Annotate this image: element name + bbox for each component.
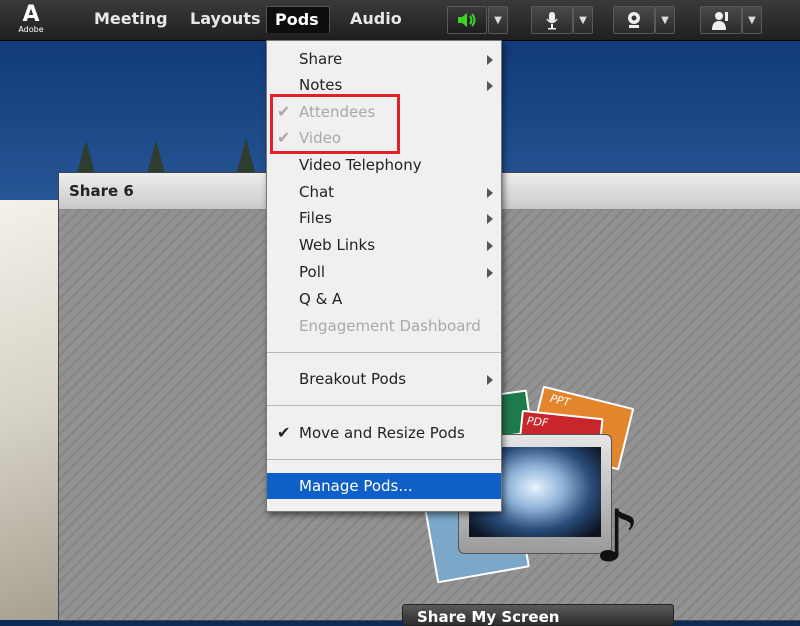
menu-item-label: Q & A [299,290,343,308]
menu-item-label: Engagement Dashboard [299,317,481,335]
menu-item-label: Breakout Pods [299,370,407,388]
submenu-arrow-icon [487,81,493,91]
menu-item-chat[interactable]: Chat [267,179,501,205]
submenu-arrow-icon [487,214,493,224]
raise-hand-dropdown[interactable]: ▼ [742,6,762,34]
menu-item-label: Share [299,50,343,68]
menu-item-label: Web Links [299,236,376,254]
menu-layouts[interactable]: Layouts [182,6,268,32]
menu-separator [267,352,501,353]
raise-hand-button[interactable] [700,6,742,34]
menu-item-label: Files [299,209,332,227]
menu-item-label: Notes [299,76,343,94]
menu-item-label: Video Telephony [299,156,422,174]
submenu-arrow-icon [487,241,493,251]
ppt-label: PPT [548,391,572,410]
share-my-screen-button[interactable]: Share My Screen [402,604,674,626]
webcam-icon [628,12,640,28]
menu-item-video-telephony[interactable]: Video Telephony [267,152,501,178]
menu-item-files[interactable]: Files [267,205,501,231]
webcam-button[interactable] [613,6,655,34]
music-note-icon: ♪ [594,494,640,578]
submenu-arrow-icon [487,268,493,278]
microphone-icon [546,12,558,30]
submenu-arrow-icon [487,55,493,65]
microphone-button[interactable] [531,6,573,34]
menu-item-label: Poll [299,263,326,281]
menu-item-share[interactable]: Share [267,46,501,72]
webcam-dropdown[interactable]: ▼ [655,6,675,34]
menu-item-manage-pods[interactable]: Manage Pods... [267,473,501,499]
menu-audio[interactable]: Audio [342,6,410,32]
menu-separator [267,459,501,460]
microphone-dropdown[interactable]: ▼ [573,6,593,34]
adobe-logo-text: Adobe [18,25,44,34]
menu-separator [267,405,501,406]
menu-item-poll[interactable]: Poll [267,259,501,285]
adobe-logo: A Adobe [13,4,49,36]
menu-meeting[interactable]: Meeting [86,6,176,32]
checkmark-icon: ✔ [277,423,291,442]
snowy-slope [0,200,58,620]
menu-item-label: Chat [299,183,335,201]
annotation-highlight-box [270,94,400,154]
menu-pods[interactable]: Pods [266,6,330,33]
submenu-arrow-icon [487,375,493,385]
adobe-logo-mark-icon: A [22,2,40,27]
pod-title: Share 6 [69,182,134,200]
menu-item-web-links[interactable]: Web Links [267,232,501,258]
menu-item-move-and-resize-pods[interactable]: ✔ Move and Resize Pods [267,420,501,446]
speaker-button[interactable] [447,6,487,34]
menu-item-engagement-dashboard[interactable]: Engagement Dashboard [267,313,501,339]
menu-item-q-and-a[interactable]: Q & A [267,286,501,312]
menu-item-label: Move and Resize Pods [299,424,465,442]
speaker-dropdown[interactable]: ▼ [488,6,508,34]
menu-item-breakout-pods[interactable]: Breakout Pods [267,366,501,392]
menu-item-label: Manage Pods... [299,477,413,495]
submenu-arrow-icon [487,188,493,198]
pdf-label: PDF [526,414,549,430]
raise-hand-icon [712,12,728,30]
speaker-icon [458,13,476,27]
top-menu-bar: A Adobe Meeting Layouts Pods Audio ▼ ▼ ▼ [0,0,800,41]
